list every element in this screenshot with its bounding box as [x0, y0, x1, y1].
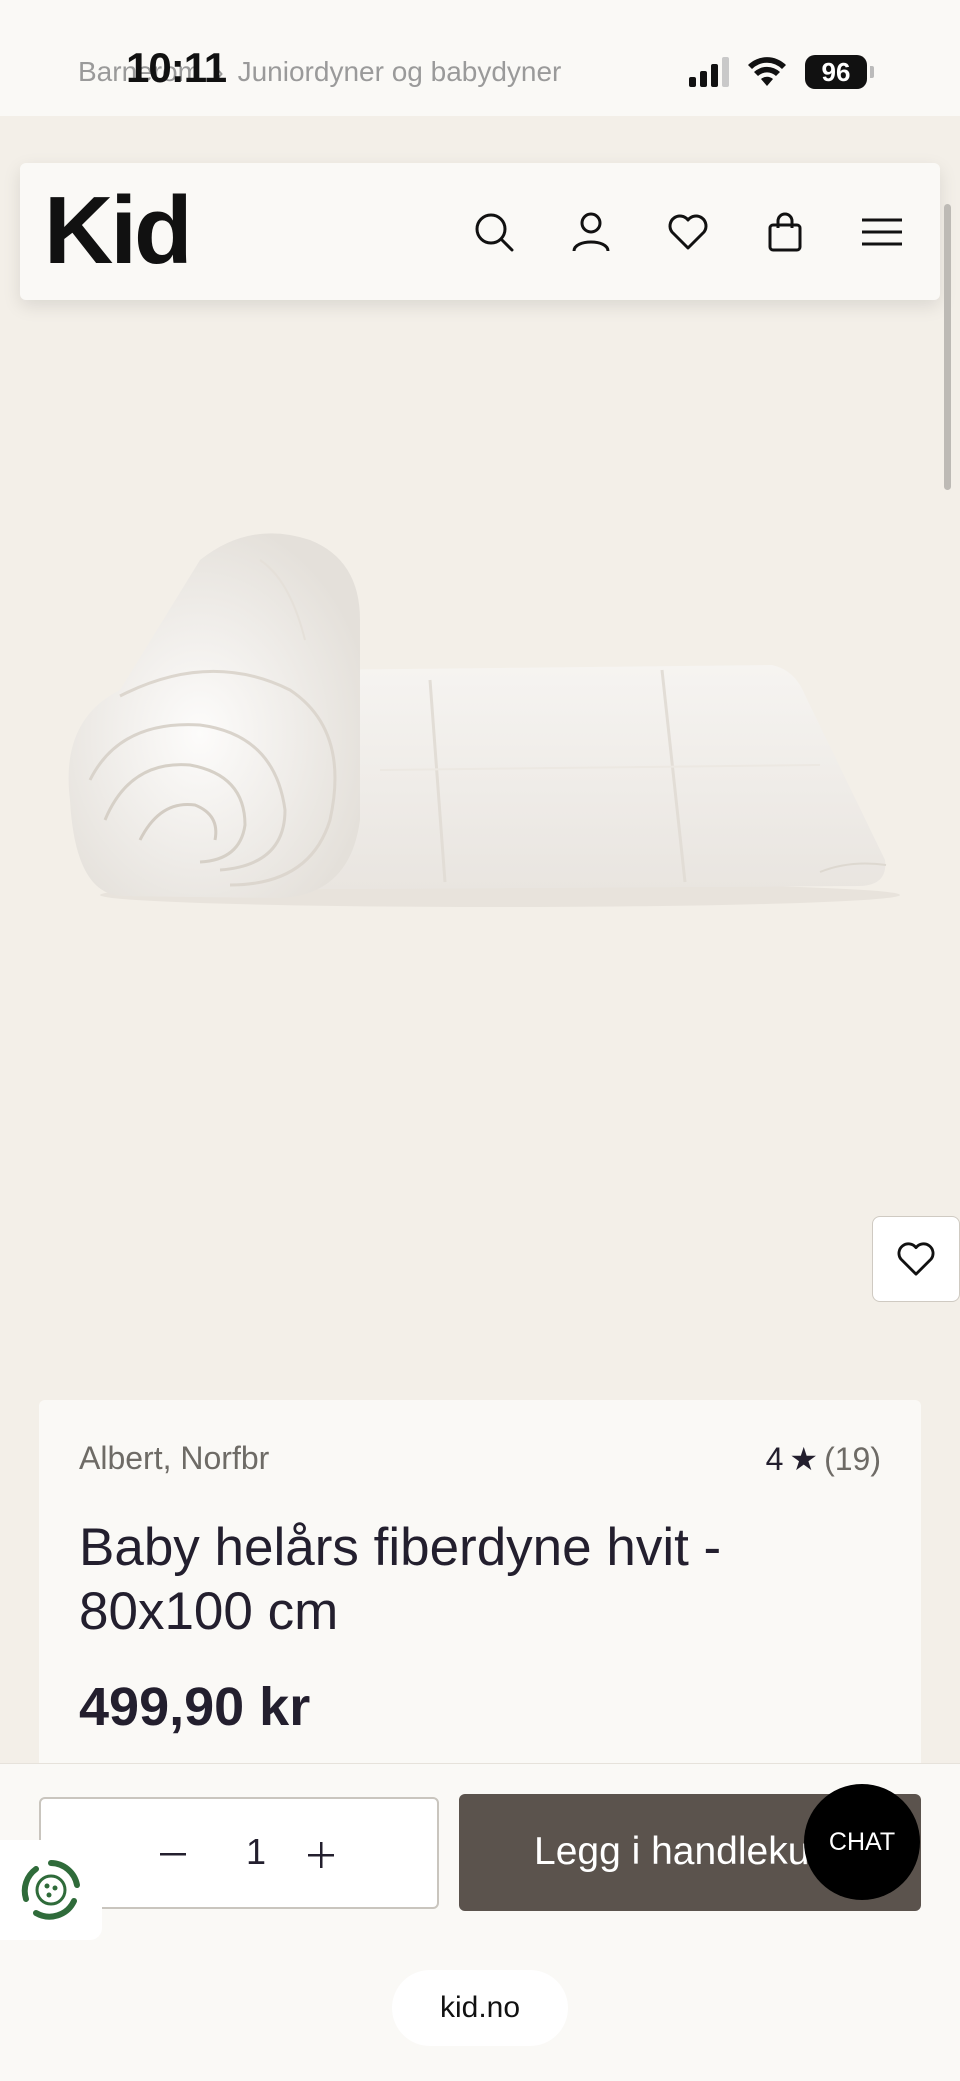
- rating-value: 4: [765, 1440, 784, 1477]
- product-price: 499,90 kr: [79, 1677, 311, 1737]
- heart-icon: [668, 214, 707, 250]
- account-button[interactable]: [542, 197, 639, 267]
- rating-count: (19): [824, 1440, 881, 1477]
- page-scrollbar[interactable]: [944, 204, 951, 490]
- product-image[interactable]: [60, 520, 900, 920]
- eco-badge[interactable]: [0, 1840, 102, 1940]
- search-button[interactable]: [445, 197, 542, 267]
- battery-icon: 96: [805, 55, 874, 89]
- product-title: Baby helårs fiberdyne hvit - 80x100 cm: [79, 1518, 722, 1641]
- status-time: 10:11: [126, 44, 227, 91]
- recycle-icon: [21, 1860, 80, 1920]
- plus-icon: [308, 1842, 334, 1868]
- quantity-value[interactable]: 1: [246, 1831, 266, 1873]
- header-icons: [445, 197, 930, 267]
- heart-icon: [897, 1242, 935, 1276]
- wifi-icon: [748, 57, 786, 86]
- minus-icon: [160, 1853, 186, 1856]
- star-icon: ★: [789, 1441, 819, 1477]
- status-bar: Barnerom › Juniordyner og babydyner 10:1…: [0, 0, 960, 116]
- product-brand[interactable]: Albert, Norfbr: [79, 1440, 269, 1477]
- battery-level: 96: [805, 55, 867, 89]
- browser-url-bar[interactable]: kid.no: [392, 1970, 568, 2046]
- menu-icon: [861, 218, 902, 246]
- menu-button[interactable]: [833, 197, 930, 267]
- chat-button[interactable]: CHAT: [804, 1784, 920, 1900]
- product-info-card: Albert, Norfbr 4 ★ (19) Baby helårs fibe…: [39, 1400, 921, 1780]
- kid-logo[interactable]: Kid: [44, 181, 193, 281]
- browser-url: kid.no: [439, 1991, 521, 2024]
- add-to-cart-label: Legg i handlekurv: [534, 1830, 842, 1873]
- product-rating[interactable]: 4 ★ (19): [766, 1440, 881, 1478]
- search-icon: [475, 213, 513, 252]
- increase-quantity-button[interactable]: [293, 1827, 349, 1883]
- account-icon: [572, 212, 609, 252]
- cart-button[interactable]: [736, 197, 833, 267]
- decrease-quantity-button[interactable]: [145, 1827, 201, 1883]
- status-icons: 96: [689, 52, 874, 92]
- breadcrumb-item-current[interactable]: Juniordyner og babydyner: [238, 56, 562, 88]
- add-to-wishlist-button[interactable]: [872, 1216, 960, 1302]
- bag-icon: [768, 212, 801, 252]
- cellular-signal-icon: [689, 57, 729, 87]
- chat-label: CHAT: [828, 1827, 896, 1856]
- site-header: Kid: [20, 163, 940, 300]
- wishlist-button[interactable]: [639, 197, 736, 267]
